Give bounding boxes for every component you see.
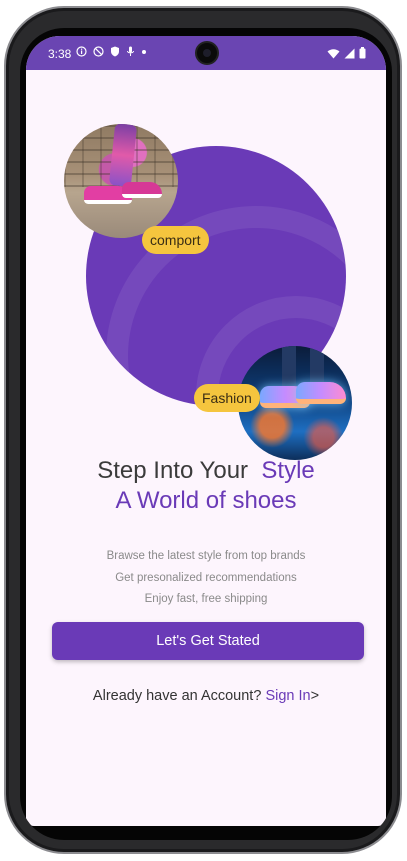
- shoe-photo-comfort: [64, 124, 178, 238]
- hero-illustration: comport Fashion: [26, 70, 386, 460]
- feature-list: Brawse the latest style from top brands …: [26, 546, 386, 611]
- headline-line1: Step Into Your Style: [26, 456, 386, 486]
- info-icon: [76, 46, 87, 57]
- headline-prefix: Step Into Your: [97, 457, 249, 484]
- dnd-icon: [93, 46, 104, 57]
- signin-link[interactable]: Sign In: [265, 688, 310, 704]
- signin-prompt: Already have an Account?: [92, 688, 262, 704]
- signin-chevron[interactable]: >: [311, 688, 319, 704]
- page-title: Step Into Your Style A World of shoes: [26, 456, 386, 516]
- battery-icon: [359, 47, 366, 59]
- feature-item: Get presonalized recommendations: [115, 571, 297, 584]
- feature-item: Enjoy fast, free shipping: [144, 593, 268, 605]
- feature-item: Brawse the latest style from top brands: [106, 550, 306, 562]
- dot-icon: [142, 49, 146, 54]
- headline-line2: A World of shoes: [115, 487, 297, 514]
- status-bar: 3:38: [26, 36, 386, 70]
- phone-bezel: 3:38 comport Fashion Step Into Your Styl…: [20, 28, 392, 840]
- signin-row: Already have an Account? Sign In>: [26, 688, 386, 704]
- wifi-icon: [327, 48, 340, 58]
- status-time: 3:38: [48, 47, 72, 61]
- status-icons-right: [327, 47, 366, 59]
- app-screen: 3:38 comport Fashion Step Into Your Styl…: [26, 36, 386, 826]
- tag-fashion: Fashion: [194, 384, 260, 412]
- phone-frame: 3:38 comport Fashion Step Into Your Styl…: [4, 6, 402, 854]
- get-started-button[interactable]: Let's Get Stated: [52, 622, 364, 660]
- signal-icon: [344, 48, 355, 58]
- mic-icon: [127, 46, 134, 56]
- status-icons-left: [76, 46, 147, 57]
- tag-comfort: comport: [142, 226, 209, 254]
- front-camera: [195, 41, 219, 65]
- headline-accent: Style: [261, 457, 315, 484]
- shield-icon: [111, 46, 119, 57]
